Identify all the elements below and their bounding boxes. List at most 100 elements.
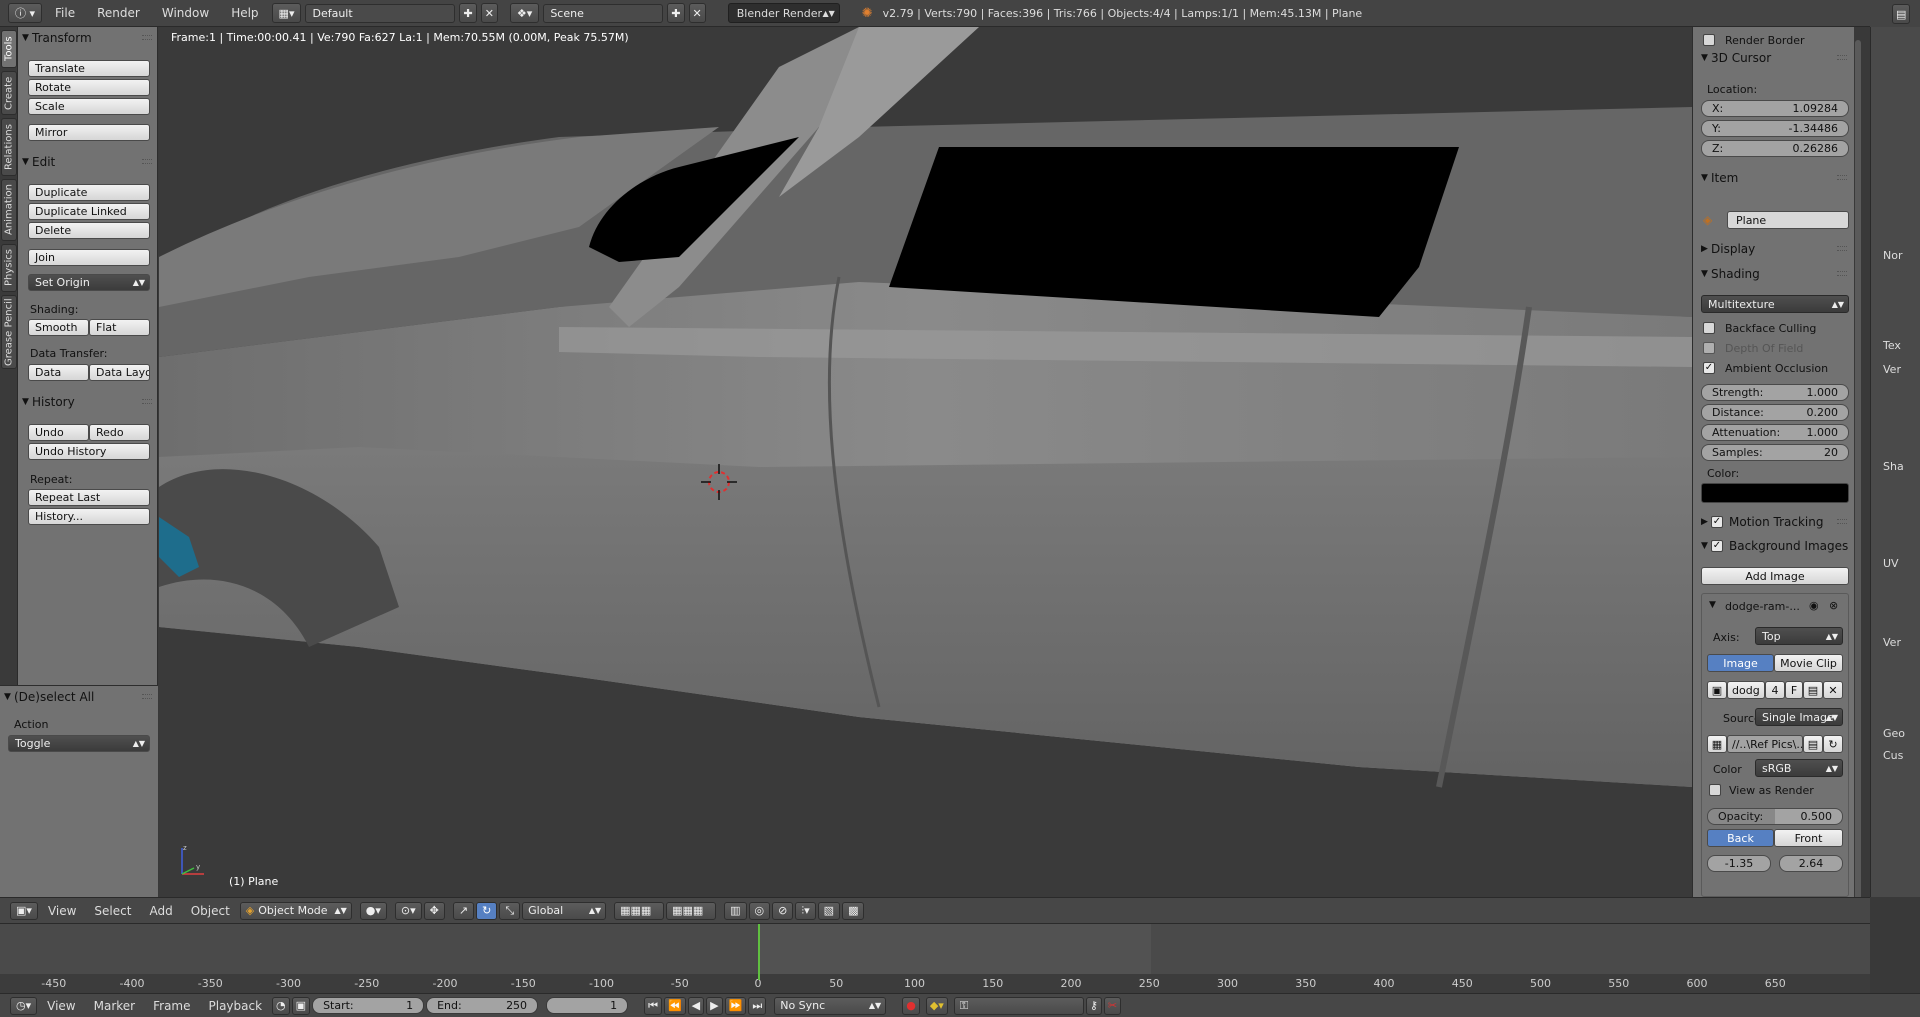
menu-view[interactable]: View <box>40 904 84 918</box>
scene-add-button[interactable]: ✚ <box>667 3 685 23</box>
scene-remove-button[interactable]: ✕ <box>688 3 706 23</box>
folder-icon[interactable]: ▤ <box>1803 681 1823 699</box>
cursor-x-field[interactable]: X: 1.09284 <box>1701 100 1849 117</box>
manipulator-toggle[interactable]: ✥ <box>423 901 445 920</box>
snap-toggle[interactable]: ⊘ <box>772 901 794 920</box>
jump-end-button[interactable]: ⏭ <box>748 996 767 1015</box>
ao-distance-field[interactable]: Distance: 0.200 <box>1701 404 1849 421</box>
active-keying-set-field[interactable]: ⚿ <box>953 996 1084 1015</box>
editor-type-button[interactable]: ◷ ▾ <box>10 996 38 1015</box>
shape-keys-panel-label[interactable]: Sha <box>1883 460 1904 473</box>
orientation-dropdown[interactable]: Global ▲▼ <box>522 901 607 920</box>
menu-help[interactable]: Help <box>222 6 267 20</box>
next-keyframe-button[interactable]: ⏩ <box>724 996 747 1015</box>
render-border-checkbox[interactable] <box>1703 34 1715 46</box>
menu-object[interactable]: Object <box>183 904 238 918</box>
menu-window[interactable]: Window <box>153 6 218 20</box>
current-frame-cursor[interactable] <box>758 924 760 980</box>
view-as-render-checkbox[interactable] <box>1709 784 1721 796</box>
bg-source-dropdown[interactable]: Single Image ▲▼ <box>1755 708 1843 726</box>
custom-properties-panel-label[interactable]: Cus <box>1883 749 1903 762</box>
edit-panel-header[interactable]: ▼ Edit <box>18 151 158 173</box>
vertex-colors-panel-label[interactable]: Ver <box>1883 636 1901 649</box>
bg-image-tab[interactable]: Image <box>1707 654 1774 672</box>
bg-front-toggle[interactable]: Front <box>1774 829 1843 847</box>
snap-element-dropdown[interactable]: ⫶ ▾ <box>795 901 816 920</box>
translate-manipulator-button[interactable]: ↗ <box>452 901 475 920</box>
undo-button[interactable]: Undo <box>28 424 89 441</box>
menu-frame[interactable]: Frame <box>145 999 198 1013</box>
translate-button[interactable]: Translate <box>28 60 150 77</box>
preview-range-toggle[interactable]: ◔ <box>272 996 290 1015</box>
action-dropdown[interactable]: Toggle ▲▼ <box>8 735 150 752</box>
rotate-manipulator-button[interactable]: ↻ <box>476 901 498 920</box>
undo-history-button[interactable]: Undo History <box>28 443 150 460</box>
drag-handle-icon[interactable] <box>142 694 152 699</box>
opacity-slider[interactable]: Opacity: 0.500 <box>1707 808 1843 825</box>
mode-dropdown[interactable]: ◈ Object Mode ▲▼ <box>239 901 352 920</box>
auto-keying-button[interactable]: ● <box>902 996 920 1015</box>
vertex-groups-panel-label[interactable]: Ver <box>1883 363 1901 376</box>
ao-attenuation-field[interactable]: Attenuation: 1.000 <box>1701 424 1849 441</box>
sync-mode-dropdown[interactable]: No Sync ▲▼ <box>774 996 887 1015</box>
n-panel-scrollbar[interactable] <box>1855 40 1861 900</box>
redo-button[interactable]: Redo <box>89 424 150 441</box>
bg-offset-x-field[interactable]: -1.35 <box>1707 855 1771 872</box>
keying-set-button[interactable]: ◆ ▾ <box>925 996 948 1015</box>
menu-add[interactable]: Add <box>141 904 180 918</box>
timeline-editor[interactable]: -450 -400 -350 -300 -250 -200 -150 -100 -50 0 50 10… <box>0 923 1870 994</box>
current-frame-field[interactable]: 1 <box>546 997 629 1014</box>
reload-icon[interactable]: ↻ <box>1823 735 1843 753</box>
image-path-field[interactable]: //..\Ref Pics\... <box>1727 735 1803 753</box>
jump-start-button[interactable]: ⏮ <box>644 996 662 1015</box>
drag-handle-icon[interactable] <box>1837 246 1847 251</box>
prev-keyframe-button[interactable]: ⏪ <box>663 996 686 1015</box>
play-reverse-button[interactable]: ◀ <box>687 996 705 1015</box>
unlink-icon[interactable]: ✕ <box>1823 681 1843 699</box>
render-engine-dropdown[interactable]: Blender Render ▲▼ <box>727 3 840 23</box>
eye-icon[interactable]: ◉ <box>1809 599 1819 612</box>
drag-handle-icon[interactable] <box>1837 271 1847 276</box>
uv-maps-panel-label[interactable]: UV <box>1883 557 1899 570</box>
layers-grid-1[interactable]: ▦▦▦ <box>614 901 665 920</box>
menu-select[interactable]: Select <box>86 904 139 918</box>
scale-manipulator-button[interactable]: ⤡ <box>499 901 521 920</box>
play-button[interactable]: ▶ <box>706 996 723 1015</box>
item-name-field[interactable]: Plane <box>1727 211 1849 229</box>
ambient-occlusion-checkbox[interactable]: ✓ <box>1703 362 1715 374</box>
close-icon[interactable]: ⊗ <box>1829 599 1838 612</box>
ao-color-swatch[interactable] <box>1701 483 1849 503</box>
lock-range-toggle[interactable]: ▣ <box>291 996 311 1015</box>
3d-viewport[interactable]: Frame:1 | Time:00:00.41 | Ve:790 Fa:627 … <box>159 27 1692 897</box>
layers-grid-2[interactable]: ▦▦▦ <box>666 901 717 920</box>
item-panel-header[interactable]: ▼ Item <box>1693 167 1854 189</box>
bg-offset-y-field[interactable]: 2.64 <box>1779 855 1843 872</box>
insert-keyframe-button[interactable]: ⚷ <box>1085 996 1102 1015</box>
tab-physics[interactable]: Physics <box>1 244 17 292</box>
layout-add-button[interactable]: ✚ <box>459 3 477 23</box>
delete-button[interactable]: Delete <box>28 222 150 239</box>
textures-panel-label[interactable]: Tex <box>1883 339 1901 352</box>
editor-type-button[interactable]: ⓘ ▾ <box>8 3 43 23</box>
add-image-button[interactable]: Add Image <box>1701 567 1849 585</box>
menu-render[interactable]: Render <box>88 6 149 20</box>
menu-file[interactable]: File <box>46 6 84 20</box>
menu-playback[interactable]: Playback <box>201 999 271 1013</box>
lock-layers-button[interactable]: ▥ <box>724 901 747 920</box>
operator-panel-header[interactable]: ▼ (De)select All <box>0 686 158 708</box>
ao-samples-field[interactable]: Samples: 20 <box>1701 444 1849 461</box>
scene-browse-button[interactable]: ❖ ▾ <box>509 3 540 23</box>
set-origin-dropdown[interactable]: Set Origin ▲▼ <box>28 274 150 291</box>
pivot-point-button[interactable]: ⊙ ▾ <box>394 901 422 920</box>
menu-marker[interactable]: Marker <box>86 999 143 1013</box>
drag-handle-icon[interactable] <box>1837 519 1847 524</box>
3d-cursor-icon[interactable] <box>699 462 739 502</box>
menu-view[interactable]: View <box>39 999 83 1013</box>
drag-handle-icon[interactable] <box>142 159 152 164</box>
backface-culling-checkbox[interactable] <box>1703 322 1715 334</box>
frame-ruler[interactable]: -450 -400 -350 -300 -250 -200 -150 -100 -50 0 50 10… <box>0 974 1870 994</box>
repeat-last-button[interactable]: Repeat Last <box>28 489 150 506</box>
repeat-history-button[interactable]: History... <box>28 508 150 525</box>
layout-browse-button[interactable]: ▦ ▾ <box>271 3 302 23</box>
delete-keyframe-button[interactable]: ✂ <box>1103 996 1122 1015</box>
